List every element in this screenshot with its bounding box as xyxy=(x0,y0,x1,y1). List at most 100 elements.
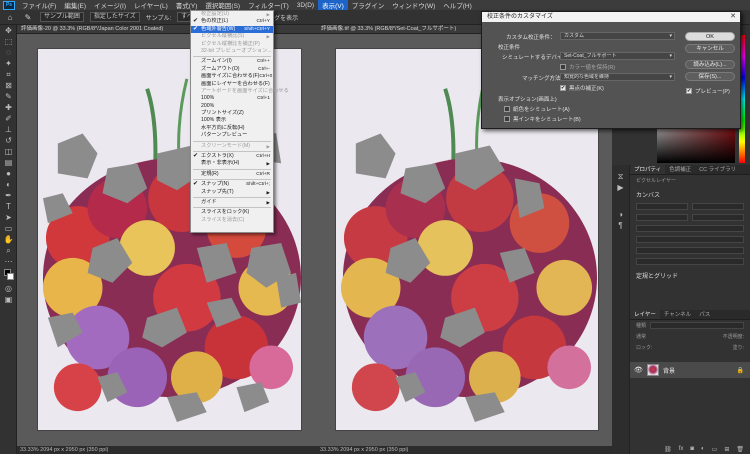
view-menu-item[interactable]: ガイド ▶ xyxy=(191,199,273,206)
tab-layers[interactable]: レイヤー xyxy=(630,310,660,319)
eye-icon[interactable]: 👁 xyxy=(634,366,643,374)
link-icon[interactable]: ⛓ xyxy=(664,446,672,453)
blend-mode-select[interactable]: 通常 xyxy=(636,333,646,340)
frame-tool-icon[interactable]: ⊠ xyxy=(2,80,15,91)
menu-type[interactable]: 書式(Y) xyxy=(172,0,202,10)
trash-icon[interactable]: 🗑 xyxy=(736,446,744,453)
menu-plugins[interactable]: プラグイン xyxy=(348,0,389,10)
view-menu-item[interactable]: 100% Ctrl+1 xyxy=(191,95,273,102)
menu-select[interactable]: 選択範囲(S) xyxy=(201,0,244,10)
view-menu-item[interactable]: 100% 表示 xyxy=(191,117,273,124)
tab-cc-libraries[interactable]: CC ライブラリ xyxy=(695,165,740,174)
view-menu-item[interactable]: 画面にレイヤーを合わせる(F) xyxy=(191,81,273,88)
view-menu-item[interactable]: スライスをロック(K) xyxy=(191,209,273,216)
ink-checkbox-box[interactable] xyxy=(504,116,510,122)
menu-help[interactable]: ヘルプ(H) xyxy=(439,0,476,10)
view-menu-item[interactable]: 表示・非表示(H) ▶ xyxy=(191,160,273,167)
close-icon[interactable]: ✕ xyxy=(730,12,736,22)
tab-channels[interactable]: チャンネル xyxy=(660,310,695,319)
menu-3d[interactable]: 3D(D) xyxy=(293,2,318,9)
width-field[interactable] xyxy=(636,203,688,210)
view-menu-item[interactable]: 定規(R) Ctrl+R xyxy=(191,171,273,178)
group-icon[interactable]: ▭ xyxy=(712,446,718,453)
load-button[interactable]: 読み込み(L)... xyxy=(685,60,735,69)
marquee-tool-icon[interactable]: ⬚ xyxy=(2,36,15,47)
move-tool-icon[interactable]: ✥ xyxy=(2,25,15,36)
mode-select[interactable] xyxy=(636,236,744,243)
eyedropper-icon[interactable]: ✎ xyxy=(22,12,34,22)
adjust-panel-icon[interactable]: ◑ xyxy=(614,209,627,220)
preview-checkbox-box[interactable]: ✔ xyxy=(686,88,692,94)
history-brush-tool-icon[interactable]: ↺ xyxy=(2,135,15,146)
custom-proof-select[interactable]: カスタム xyxy=(560,32,675,40)
menu-filter[interactable]: フィルター(T) xyxy=(244,0,293,10)
screen-mode-icon[interactable]: ▣ xyxy=(2,294,15,305)
menu-image[interactable]: イメージ(I) xyxy=(90,0,130,10)
kind-label[interactable]: 種類 xyxy=(636,322,646,329)
intent-select[interactable]: 知覚的な色域を維持 xyxy=(560,73,675,81)
quick-select-tool-icon[interactable]: ✦ xyxy=(2,58,15,69)
layer-row-background[interactable]: 👁 背景 🔒 xyxy=(630,362,750,378)
zoom-tool-icon[interactable]: ⌕ xyxy=(2,245,15,256)
sample-value-select[interactable]: 指定したサイズ xyxy=(89,12,140,22)
pen-tool-icon[interactable]: ✒ xyxy=(2,190,15,201)
eyedropper-tool-icon[interactable]: ✎ xyxy=(2,91,15,102)
lasso-tool-icon[interactable]: ◌ xyxy=(2,47,15,58)
bpc-checkbox-box[interactable]: ✔ xyxy=(560,85,566,91)
paragraph-panel-icon[interactable]: ¶ xyxy=(614,220,627,231)
dodge-tool-icon[interactable]: ◐ xyxy=(2,179,15,190)
healing-brush-tool-icon[interactable]: ✚ xyxy=(2,102,15,113)
hand-tool-icon[interactable]: ✋ xyxy=(2,234,15,245)
cancel-button[interactable]: キャンセル xyxy=(685,44,735,53)
new-layer-icon[interactable]: ⊞ xyxy=(724,446,729,453)
color-swatches-icon[interactable] xyxy=(2,267,15,283)
black-ink-checkbox[interactable]: 黒インキをシミュレート(B) xyxy=(504,115,581,123)
y-field[interactable] xyxy=(692,214,744,221)
sample-size-select[interactable]: サンプル範囲 xyxy=(40,12,84,22)
fx-icon[interactable]: fx xyxy=(679,446,684,452)
save-button[interactable]: 保存(S)... xyxy=(685,72,735,81)
paper-color-checkbox[interactable]: 紙色をシミュレート(A) xyxy=(504,105,570,113)
blur-tool-icon[interactable]: ● xyxy=(2,168,15,179)
view-menu-item[interactable]: ✔ スナップ(N) Shift+Ctrl+; xyxy=(191,181,273,188)
mask-icon[interactable]: ◙ xyxy=(690,446,694,452)
menu-layer[interactable]: レイヤー(L) xyxy=(130,0,172,10)
paper-checkbox-box[interactable] xyxy=(504,106,510,112)
view-menu-item[interactable]: ズームイン(I) Ctrl++ xyxy=(191,58,273,65)
path-select-tool-icon[interactable]: ➤ xyxy=(2,212,15,223)
menu-edit[interactable]: 編集(E) xyxy=(60,0,90,10)
view-menu-item[interactable]: スナップ先(T) ▶ xyxy=(191,189,273,196)
canvas-section-title[interactable]: カンバス xyxy=(630,186,750,201)
x-field[interactable] xyxy=(692,203,744,210)
view-menu-item[interactable]: パターンプレビュー xyxy=(191,132,273,139)
tab-properties[interactable]: プロパティ xyxy=(630,165,666,174)
depth-select[interactable] xyxy=(636,247,744,254)
brush-tool-icon[interactable]: ✐ xyxy=(2,113,15,124)
preserve-numbers-checkbox[interactable]: カラー値を保持(R) xyxy=(560,63,615,71)
view-menu-item[interactable]: 画面サイズに合わせる(F) Ctrl+0 xyxy=(191,73,273,80)
tab-adjustments[interactable]: 色調補正 xyxy=(665,165,695,174)
preserve-checkbox-box[interactable] xyxy=(560,64,566,70)
stamp-tool-icon[interactable]: ⊥ xyxy=(2,124,15,135)
actions-panel-icon[interactable]: ▶ xyxy=(614,182,627,193)
fill-select[interactable] xyxy=(636,258,744,265)
quick-mask-icon[interactable]: ◎ xyxy=(2,283,15,294)
menu-window[interactable]: ウィンドウ(W) xyxy=(388,0,439,10)
crop-tool-icon[interactable]: ⌗ xyxy=(2,69,15,80)
ok-button[interactable]: OK xyxy=(685,32,735,41)
shape-tool-icon[interactable]: ▭ xyxy=(2,223,15,234)
resolution-field[interactable] xyxy=(636,225,744,232)
bpc-checkbox[interactable]: ✔ 黒点の補正(K) xyxy=(560,84,604,92)
rulers-section-title[interactable]: 定規とグリッド xyxy=(630,267,750,282)
height-field[interactable] xyxy=(636,214,688,221)
preview-checkbox[interactable]: ✔ プレビュー(P) xyxy=(686,87,730,95)
adjustment-layer-icon[interactable]: ◐ xyxy=(701,446,705,452)
menu-view[interactable]: 表示(V) xyxy=(318,0,348,10)
gradient-tool-icon[interactable]: ▤ xyxy=(2,157,15,168)
layer-filter-box[interactable] xyxy=(650,322,744,329)
home-icon[interactable]: ⌂ xyxy=(4,12,16,22)
device-select[interactable]: Set-Coat_フルサポート xyxy=(560,52,675,60)
type-tool-icon[interactable]: T xyxy=(2,201,15,212)
view-menu-item[interactable]: ✔ 色の校正(L) Ctrl+Y xyxy=(191,18,273,25)
history-panel-icon[interactable]: ⧖ xyxy=(614,171,627,182)
